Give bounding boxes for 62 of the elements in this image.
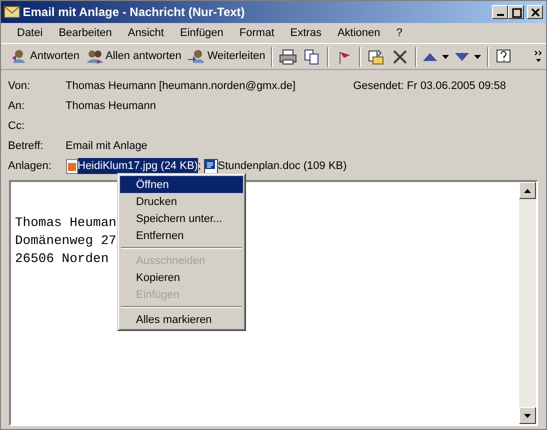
- menu-item[interactable]: Öffnen: [120, 176, 243, 193]
- menu-item[interactable]: ?: [388, 22, 410, 44]
- menu-item[interactable]: Aktionen: [329, 22, 388, 44]
- down-arrow-icon: [455, 52, 469, 60]
- help-icon: [494, 48, 513, 66]
- field-label: Von:: [8, 78, 32, 94]
- document-icon: [204, 158, 218, 174]
- caret-icon: [442, 54, 449, 58]
- scrollbar[interactable]: [519, 182, 536, 424]
- body-text-line: Thomas Heuman: [15, 215, 116, 230]
- toolbar-button[interactable]: Antworten: [7, 46, 83, 68]
- field-label: Cc:: [8, 118, 26, 134]
- menu-item[interactable]: Format: [231, 22, 282, 44]
- toolbar-button[interactable]: Allen antworten: [82, 46, 184, 68]
- toolbar-icon-button[interactable]: [452, 50, 484, 62]
- maximize-button[interactable]: [508, 5, 524, 19]
- menu-item[interactable]: Extras: [282, 22, 330, 44]
- reply-all-icon: [86, 48, 104, 66]
- caret-icon: [474, 54, 481, 58]
- minimize-icon: [496, 14, 504, 16]
- menu-item[interactable]: Alles markieren: [120, 311, 243, 328]
- field-value: Thomas Heumann: [66, 98, 157, 114]
- down-arrow-icon: [524, 414, 531, 418]
- toolbar-button[interactable]: Weiterleiten: [184, 46, 268, 68]
- field-value: Thomas Heumann [heumann.norden@gmx.de]: [66, 78, 297, 94]
- maximize-icon: [510, 6, 522, 18]
- attachment-link[interactable]: Stundenplan.doc (109 KB): [218, 158, 347, 174]
- menu-item[interactable]: Ansicht: [120, 22, 172, 44]
- body-text-line: 26506 Norden: [15, 251, 109, 266]
- printer-icon: [279, 48, 298, 66]
- menu-item[interactable]: Speichern unter...: [120, 210, 243, 227]
- window-title: Email mit Anlage - Nachricht (Nur-Text): [22, 4, 246, 21]
- button-label: Weiterleiten: [207, 49, 266, 64]
- attachment-separator: ;: [198, 158, 202, 174]
- menu-item[interactable]: Entfernen: [120, 227, 243, 244]
- chevron-icon: [534, 50, 544, 64]
- button-label: Allen antworten: [106, 49, 182, 64]
- image-file-icon: [66, 158, 78, 174]
- minimize-button[interactable]: [492, 5, 508, 19]
- up-arrow-icon: [524, 188, 531, 192]
- field-label: An:: [8, 98, 26, 114]
- sent-date: Gesendet: Fr 03.06.2005 09:58: [353, 78, 506, 94]
- copy-icon: [303, 48, 322, 66]
- envelope-icon: [4, 6, 20, 18]
- field-label: Anlagen:: [8, 158, 52, 174]
- close-icon: [530, 6, 540, 18]
- menu-item[interactable]: Kopieren: [120, 269, 243, 286]
- up-arrow-icon: [423, 52, 438, 60]
- body-text-line: Domänenweg 27: [15, 233, 116, 248]
- attachment-link[interactable]: HeidiKlum17.jpg (24 KB): [78, 158, 198, 174]
- menu-item[interactable]: Bearbeiten: [50, 22, 120, 44]
- field-value: Email mit Anlage: [66, 138, 148, 154]
- close-button[interactable]: [527, 5, 543, 19]
- move-to-folder-icon: [367, 48, 386, 66]
- button-label: Antworten: [30, 49, 80, 64]
- reply-icon: [10, 48, 28, 66]
- menu-item[interactable]: Einfügen: [172, 22, 232, 44]
- forward-icon: [187, 48, 206, 66]
- delete-icon: [391, 48, 410, 66]
- menu-item[interactable]: Drucken: [120, 193, 243, 210]
- menu-item[interactable]: Datei: [9, 22, 51, 44]
- field-label: Betreff:: [8, 138, 44, 154]
